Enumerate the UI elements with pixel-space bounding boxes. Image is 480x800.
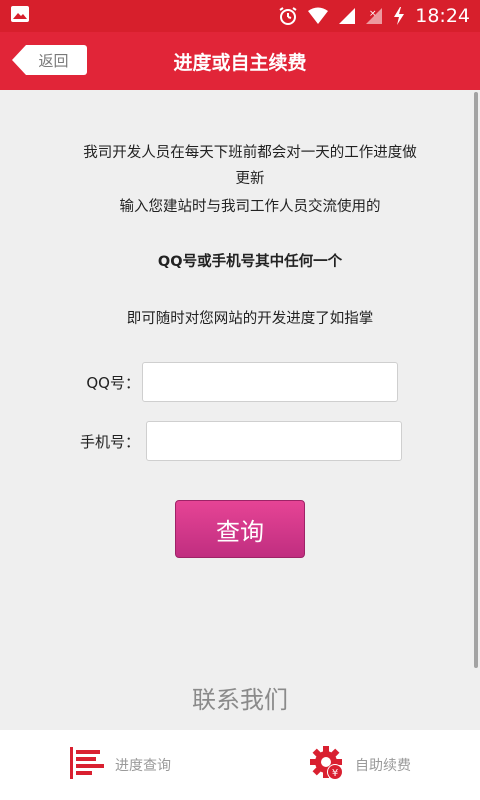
svg-text:¥: ¥ <box>332 768 338 779</box>
intro-line-3: 输入您建站时与我司工作人员交流使用的 <box>119 199 381 215</box>
image-icon <box>10 5 30 27</box>
status-bar: × 18:24 <box>0 0 480 32</box>
svg-text:×: × <box>369 9 377 19</box>
nav-label-self-renewal: 自助续费 <box>355 758 411 774</box>
signal-no-data-icon: × <box>365 7 383 25</box>
clock-text: 18:24 <box>415 5 470 27</box>
nav-label-progress-query: 进度查询 <box>115 758 171 774</box>
back-button[interactable]: 返回 <box>12 45 87 75</box>
intro-line-2: 更新 <box>235 171 265 187</box>
progress-bars-icon <box>69 745 105 785</box>
app-bar: 返回 进度或自主续费 <box>0 32 480 90</box>
qq-row: QQ号： <box>60 362 398 402</box>
qq-label: QQ号： <box>86 373 140 392</box>
contact-us-link[interactable]: 联系我们 <box>0 680 480 715</box>
scrollbar[interactable] <box>474 92 478 668</box>
signal-icon <box>338 7 356 25</box>
wifi-icon <box>307 7 329 25</box>
intro-line-1: 我司开发人员在每天下班前都会对一天的工作进度做 <box>83 145 417 161</box>
intro-line-4: 即可随时对您网站的开发进度了如指掌 <box>126 311 374 327</box>
phone-input[interactable] <box>146 421 402 461</box>
phone-label: 手机号： <box>79 432 140 451</box>
bottom-nav: 进度查询 ¥ 自助续费 <box>0 730 480 800</box>
gear-yen-icon: ¥ <box>309 745 345 785</box>
nav-item-progress-query[interactable]: 进度查询 <box>0 730 240 800</box>
intro-highlight: QQ号或手机号其中任何一个 <box>157 254 343 270</box>
query-button[interactable]: 查询 <box>175 500 305 558</box>
qq-input[interactable] <box>142 362 398 402</box>
alarm-icon <box>278 6 298 26</box>
phone-row: 手机号： <box>60 421 402 461</box>
battery-charging-icon <box>392 6 406 26</box>
nav-item-self-renewal[interactable]: ¥ 自助续费 <box>240 730 480 800</box>
